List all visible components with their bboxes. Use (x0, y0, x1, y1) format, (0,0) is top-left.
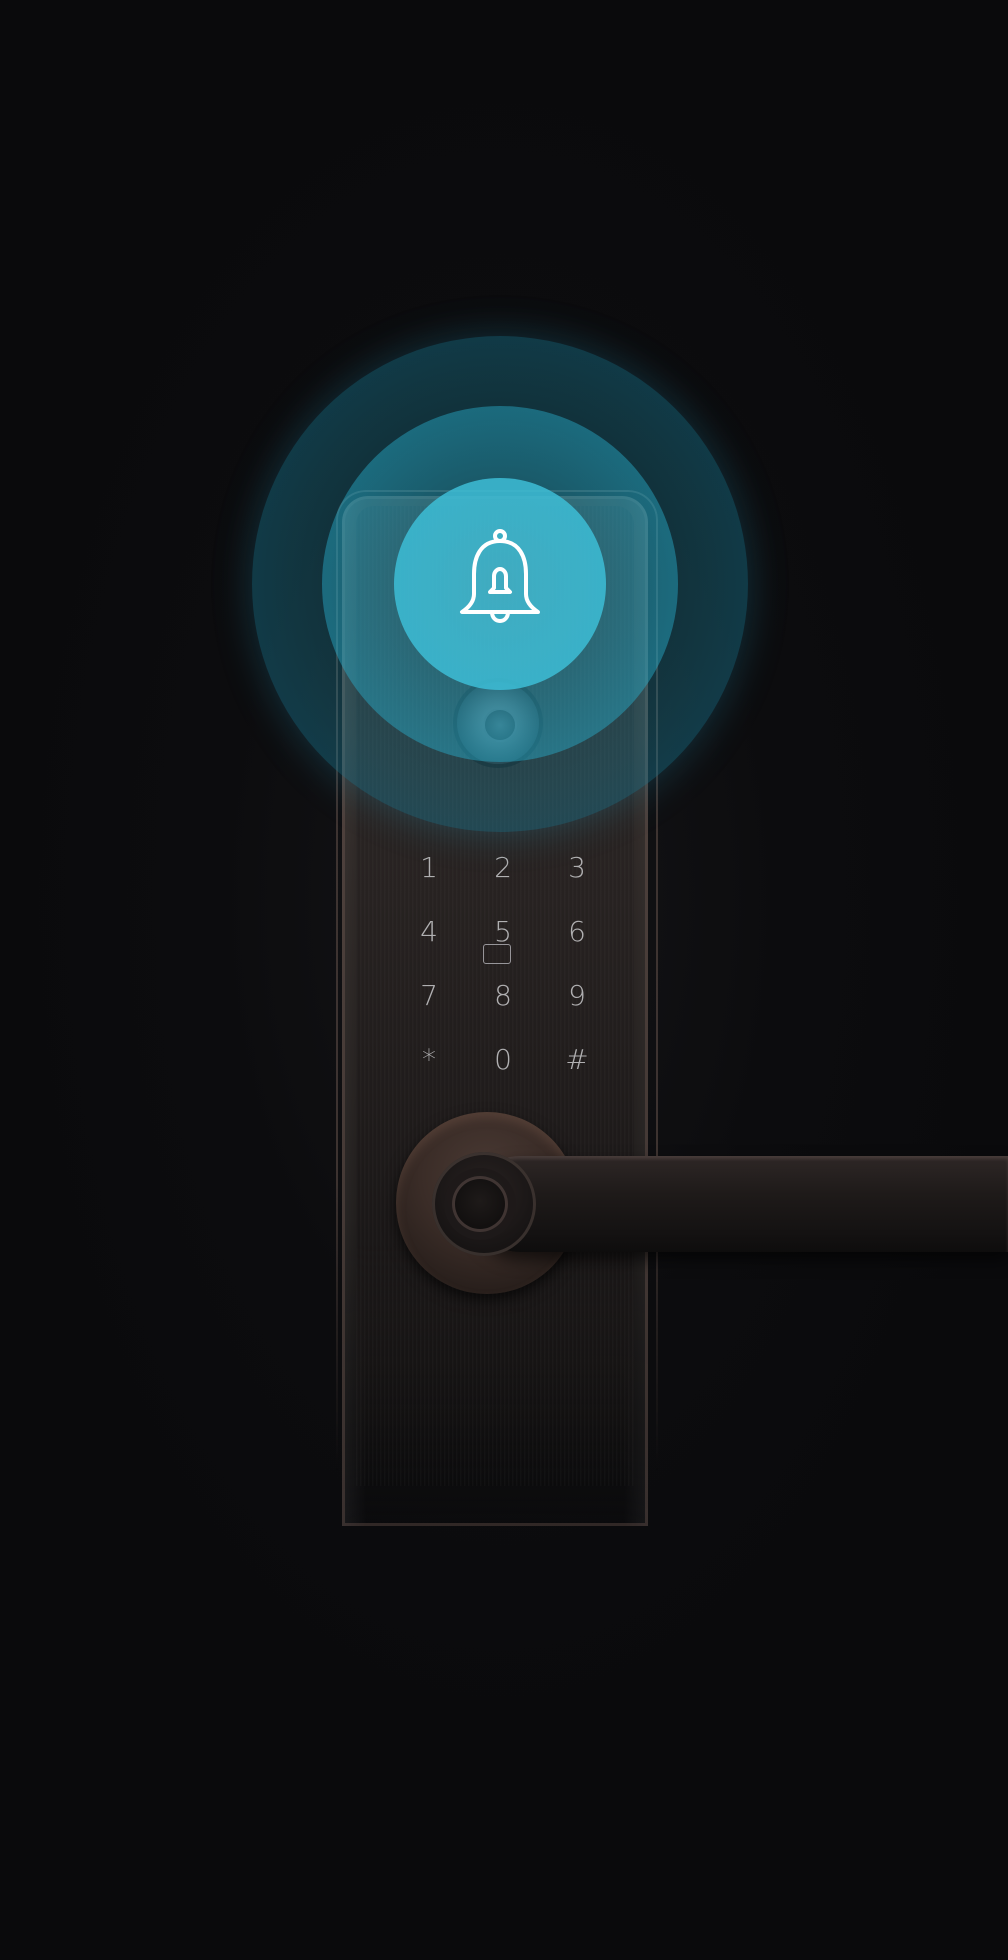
key-2[interactable]: 2 (466, 836, 540, 900)
key-3[interactable]: 3 (540, 836, 614, 900)
key-9[interactable]: 9 (540, 964, 614, 1028)
key-1[interactable]: 1 (392, 836, 466, 900)
key-6[interactable]: 6 (540, 900, 614, 964)
door-handle[interactable] (472, 1156, 1008, 1252)
bell-icon (450, 528, 550, 638)
key-7[interactable]: 7 (392, 964, 466, 1028)
key-star[interactable]: * (392, 1028, 466, 1092)
key-0[interactable]: 0 (466, 1028, 540, 1092)
keyhole-icon (452, 1176, 508, 1232)
card-reader-icon (483, 944, 511, 964)
keypad: 1 2 3 4 5 6 7 8 9 * 0 # (392, 836, 614, 1096)
product-scene: 1 2 3 4 5 6 7 8 9 * 0 # (0, 0, 1008, 1960)
key-4[interactable]: 4 (392, 900, 466, 964)
key-8[interactable]: 8 (466, 964, 540, 1028)
key-hash[interactable]: # (540, 1028, 614, 1092)
